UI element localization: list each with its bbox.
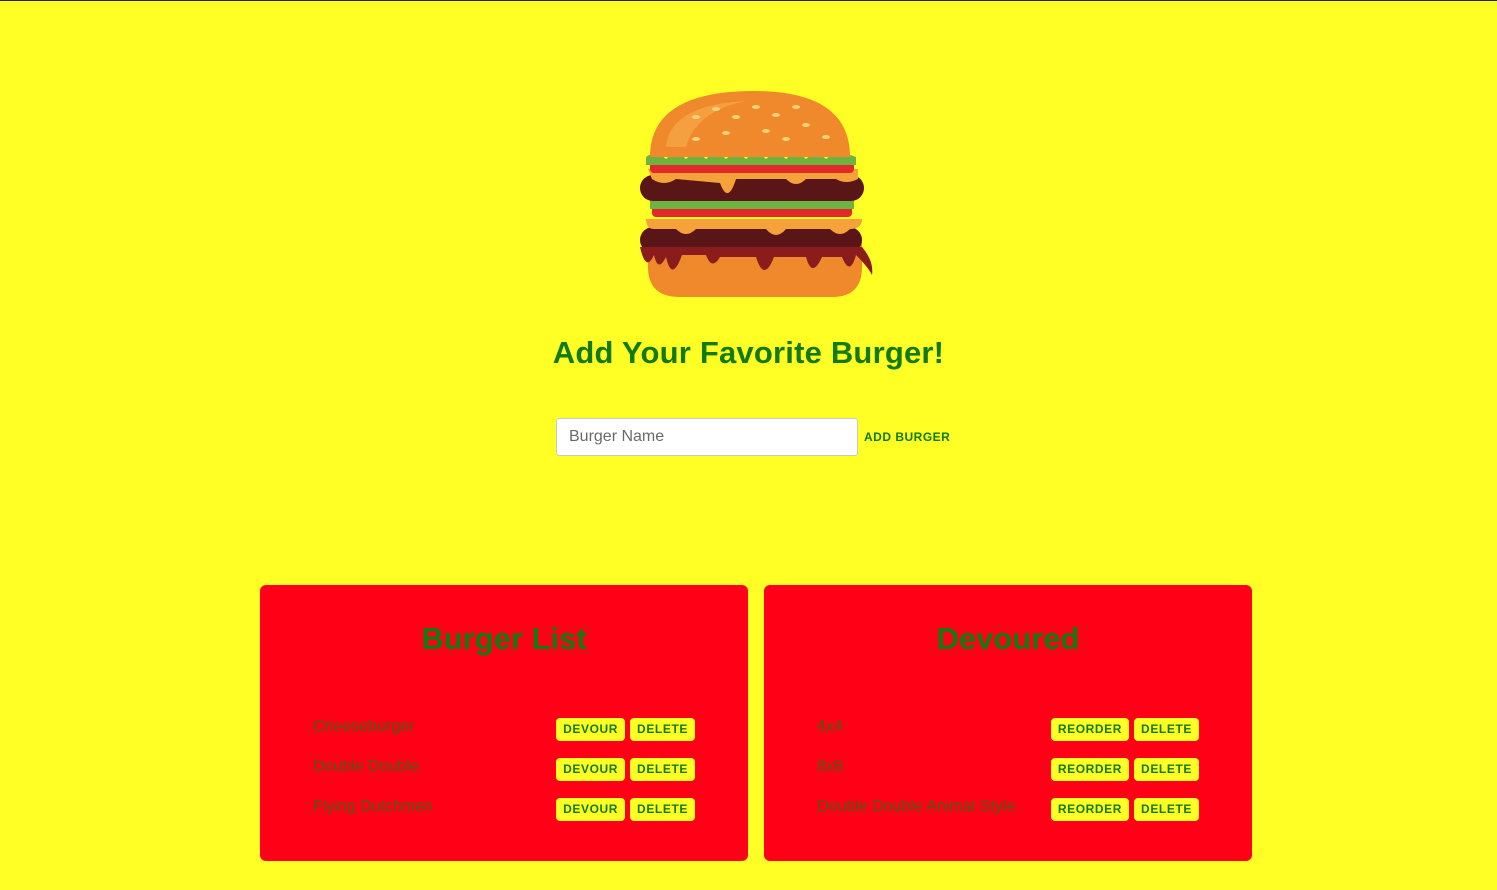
reorder-button[interactable]: REORDER bbox=[1050, 757, 1130, 781]
item-actions: DEVOUR DELETE bbox=[556, 797, 695, 821]
list-item: 4x4 REORDER DELETE bbox=[817, 709, 1199, 749]
delete-button[interactable]: DELETE bbox=[1134, 797, 1199, 821]
delete-button[interactable]: DELETE bbox=[1134, 717, 1199, 741]
devoured-panel: Devoured 4x4 REORDER DELETE 8x8 REORDER … bbox=[764, 585, 1252, 861]
devour-button[interactable]: DEVOUR bbox=[556, 757, 626, 781]
add-burger-form: ADD BURGER bbox=[556, 418, 950, 456]
item-actions: REORDER DELETE bbox=[1050, 797, 1199, 821]
burger-name: 4x4 bbox=[817, 718, 843, 735]
devoured-list: 4x4 REORDER DELETE 8x8 REORDER DELETE Do… bbox=[817, 709, 1199, 829]
reorder-button[interactable]: REORDER bbox=[1050, 797, 1130, 821]
add-burger-button[interactable]: ADD BURGER bbox=[864, 430, 950, 444]
burger-name: Double Double bbox=[313, 758, 419, 775]
list-item: Cheeseburger DEVOUR DELETE bbox=[313, 709, 695, 749]
list-item: 8x8 REORDER DELETE bbox=[817, 749, 1199, 789]
delete-button[interactable]: DELETE bbox=[630, 717, 695, 741]
burger-name: Double Double Animal Style bbox=[817, 798, 1016, 815]
list-item: Double Double Animal Style REORDER DELET… bbox=[817, 789, 1199, 829]
item-actions: REORDER DELETE bbox=[1050, 757, 1199, 781]
devoured-title: Devoured bbox=[936, 621, 1080, 656]
item-actions: REORDER DELETE bbox=[1050, 717, 1199, 741]
item-actions: DEVOUR DELETE bbox=[556, 757, 695, 781]
burger-icon bbox=[636, 87, 876, 301]
burger-name: Cheeseburger bbox=[313, 718, 415, 735]
burger-list-title: Burger List bbox=[421, 621, 587, 656]
list-item: Flying Dutchmen DEVOUR DELETE bbox=[313, 789, 695, 829]
burger-name-input[interactable] bbox=[556, 418, 858, 456]
delete-button[interactable]: DELETE bbox=[630, 797, 695, 821]
list-item: Double Double DEVOUR DELETE bbox=[313, 749, 695, 789]
delete-button[interactable]: DELETE bbox=[1134, 757, 1199, 781]
burger-name: Flying Dutchmen bbox=[313, 798, 434, 815]
burger-list: Cheeseburger DEVOUR DELETE Double Double… bbox=[313, 709, 695, 829]
burger-name: 8x8 bbox=[817, 758, 843, 775]
item-actions: DEVOUR DELETE bbox=[556, 717, 695, 741]
delete-button[interactable]: DELETE bbox=[630, 757, 695, 781]
devour-button[interactable]: DEVOUR bbox=[556, 797, 626, 821]
burger-list-panel: Burger List Cheeseburger DEVOUR DELETE D… bbox=[260, 585, 748, 861]
reorder-button[interactable]: REORDER bbox=[1050, 717, 1130, 741]
devour-button[interactable]: DEVOUR bbox=[556, 717, 626, 741]
page-title: Add Your Favorite Burger! bbox=[552, 335, 945, 370]
